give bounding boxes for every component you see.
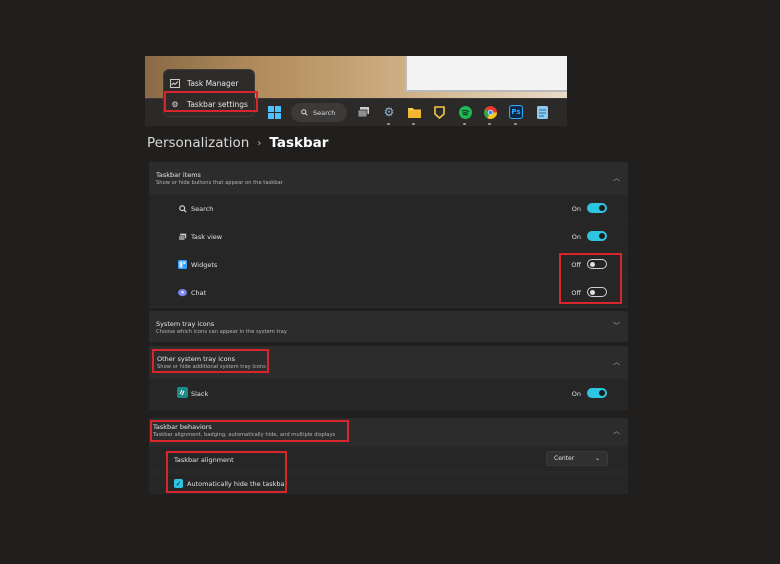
toggle-row-widgets: Widgets Off <box>149 251 628 278</box>
section-subtitle: Show or hide buttons that appear on the … <box>156 180 283 186</box>
running-indicator <box>488 123 491 125</box>
breadcrumb: Personalization › Taskbar <box>147 135 328 151</box>
section-subtitle: Choose which icons can appear in the sys… <box>156 329 287 335</box>
highlight-taskbar-settings <box>164 91 258 112</box>
taskbar-items-section: Taskbar items Show or hide buttons that … <box>149 162 628 308</box>
running-indicator <box>463 123 466 125</box>
search-icon <box>301 109 308 116</box>
chevron-up-icon[interactable]: ︿ <box>613 426 620 436</box>
chevron-down-icon[interactable]: ﹀ <box>613 321 620 331</box>
system-tray-icons-section[interactable]: System tray icons Choose which icons can… <box>149 311 628 342</box>
file-explorer-button[interactable] <box>407 105 421 119</box>
chevron-up-icon[interactable]: ︿ <box>613 357 620 367</box>
task-view-toggle[interactable] <box>587 231 607 241</box>
running-indicator <box>514 123 517 125</box>
highlight-off-toggles <box>559 253 622 304</box>
settings-app-button[interactable]: ⚙ <box>382 105 396 119</box>
chrome-button[interactable] <box>483 105 497 119</box>
taskbar-items-header[interactable]: Taskbar items Show or hide buttons that … <box>149 162 628 193</box>
toggle-state: On <box>571 233 581 241</box>
chrome-icon <box>483 105 497 119</box>
menu-item-task-manager[interactable]: Task Manager <box>170 74 238 92</box>
search-icon <box>178 204 187 213</box>
spotify-button[interactable] <box>458 105 472 119</box>
row-label: Widgets <box>191 261 218 269</box>
toggle-state: On <box>571 390 581 398</box>
slack-icon <box>177 387 188 398</box>
photoshop-button[interactable]: Ps <box>509 105 523 119</box>
row-label: Task view <box>191 233 223 241</box>
taskbar-alignment-select[interactable]: Center ⌄ <box>546 451 608 466</box>
highlight-other-tray-header <box>152 349 269 373</box>
row-label: Slack <box>191 390 209 398</box>
breadcrumb-separator-icon: › <box>257 137 262 149</box>
row-label: Chat <box>191 289 207 297</box>
menu-item-label: Task Manager <box>187 78 239 88</box>
window-fragment <box>405 56 567 92</box>
chevron-down-icon: ⌄ <box>594 455 600 462</box>
settings-gear-icon: ⚙ <box>383 105 395 119</box>
chat-icon <box>178 288 187 297</box>
task-manager-icon <box>170 78 180 88</box>
highlight-behaviors-header <box>150 420 349 442</box>
page-title: Taskbar <box>269 135 329 151</box>
section-title: Taskbar items <box>156 171 201 179</box>
widgets-icon <box>178 260 187 269</box>
running-indicator <box>387 123 390 125</box>
select-value: Center <box>554 455 575 462</box>
spotify-icon <box>458 105 472 119</box>
task-view-icon <box>178 232 187 241</box>
taskbar-screenshot: Search ⚙ Ps Task Manager ⚙ Taskbar setti… <box>145 56 567 126</box>
section-title: System tray icons <box>156 320 215 328</box>
start-button[interactable] <box>267 105 281 119</box>
highlight-alignment-autohide <box>166 451 287 493</box>
photoshop-icon-label: Ps <box>511 108 521 116</box>
toggle-state: On <box>571 205 581 213</box>
windows-icon <box>267 105 281 119</box>
running-indicator <box>412 123 415 125</box>
notepad-button[interactable] <box>535 105 549 119</box>
task-view-button[interactable] <box>356 105 370 119</box>
task-view-icon <box>357 107 369 118</box>
taskbar-search-label: Search <box>313 108 336 117</box>
breadcrumb-parent[interactable]: Personalization <box>147 135 249 151</box>
row-label: Search <box>191 205 214 213</box>
slack-toggle[interactable] <box>587 388 607 398</box>
toggle-row-search: Search On <box>149 195 628 222</box>
taskbar-search-button[interactable]: Search <box>291 103 347 122</box>
search-toggle[interactable] <box>587 203 607 213</box>
store-button[interactable] <box>432 105 446 119</box>
chevron-up-icon[interactable]: ︿ <box>613 173 620 183</box>
toggle-row-chat: Chat Off <box>149 279 628 306</box>
notepad-icon <box>536 105 548 119</box>
shield-badge-icon <box>433 105 445 119</box>
folder-icon <box>407 107 421 118</box>
toggle-row-slack: Slack On <box>149 379 628 409</box>
toggle-row-task-view: Task view On <box>149 223 628 250</box>
